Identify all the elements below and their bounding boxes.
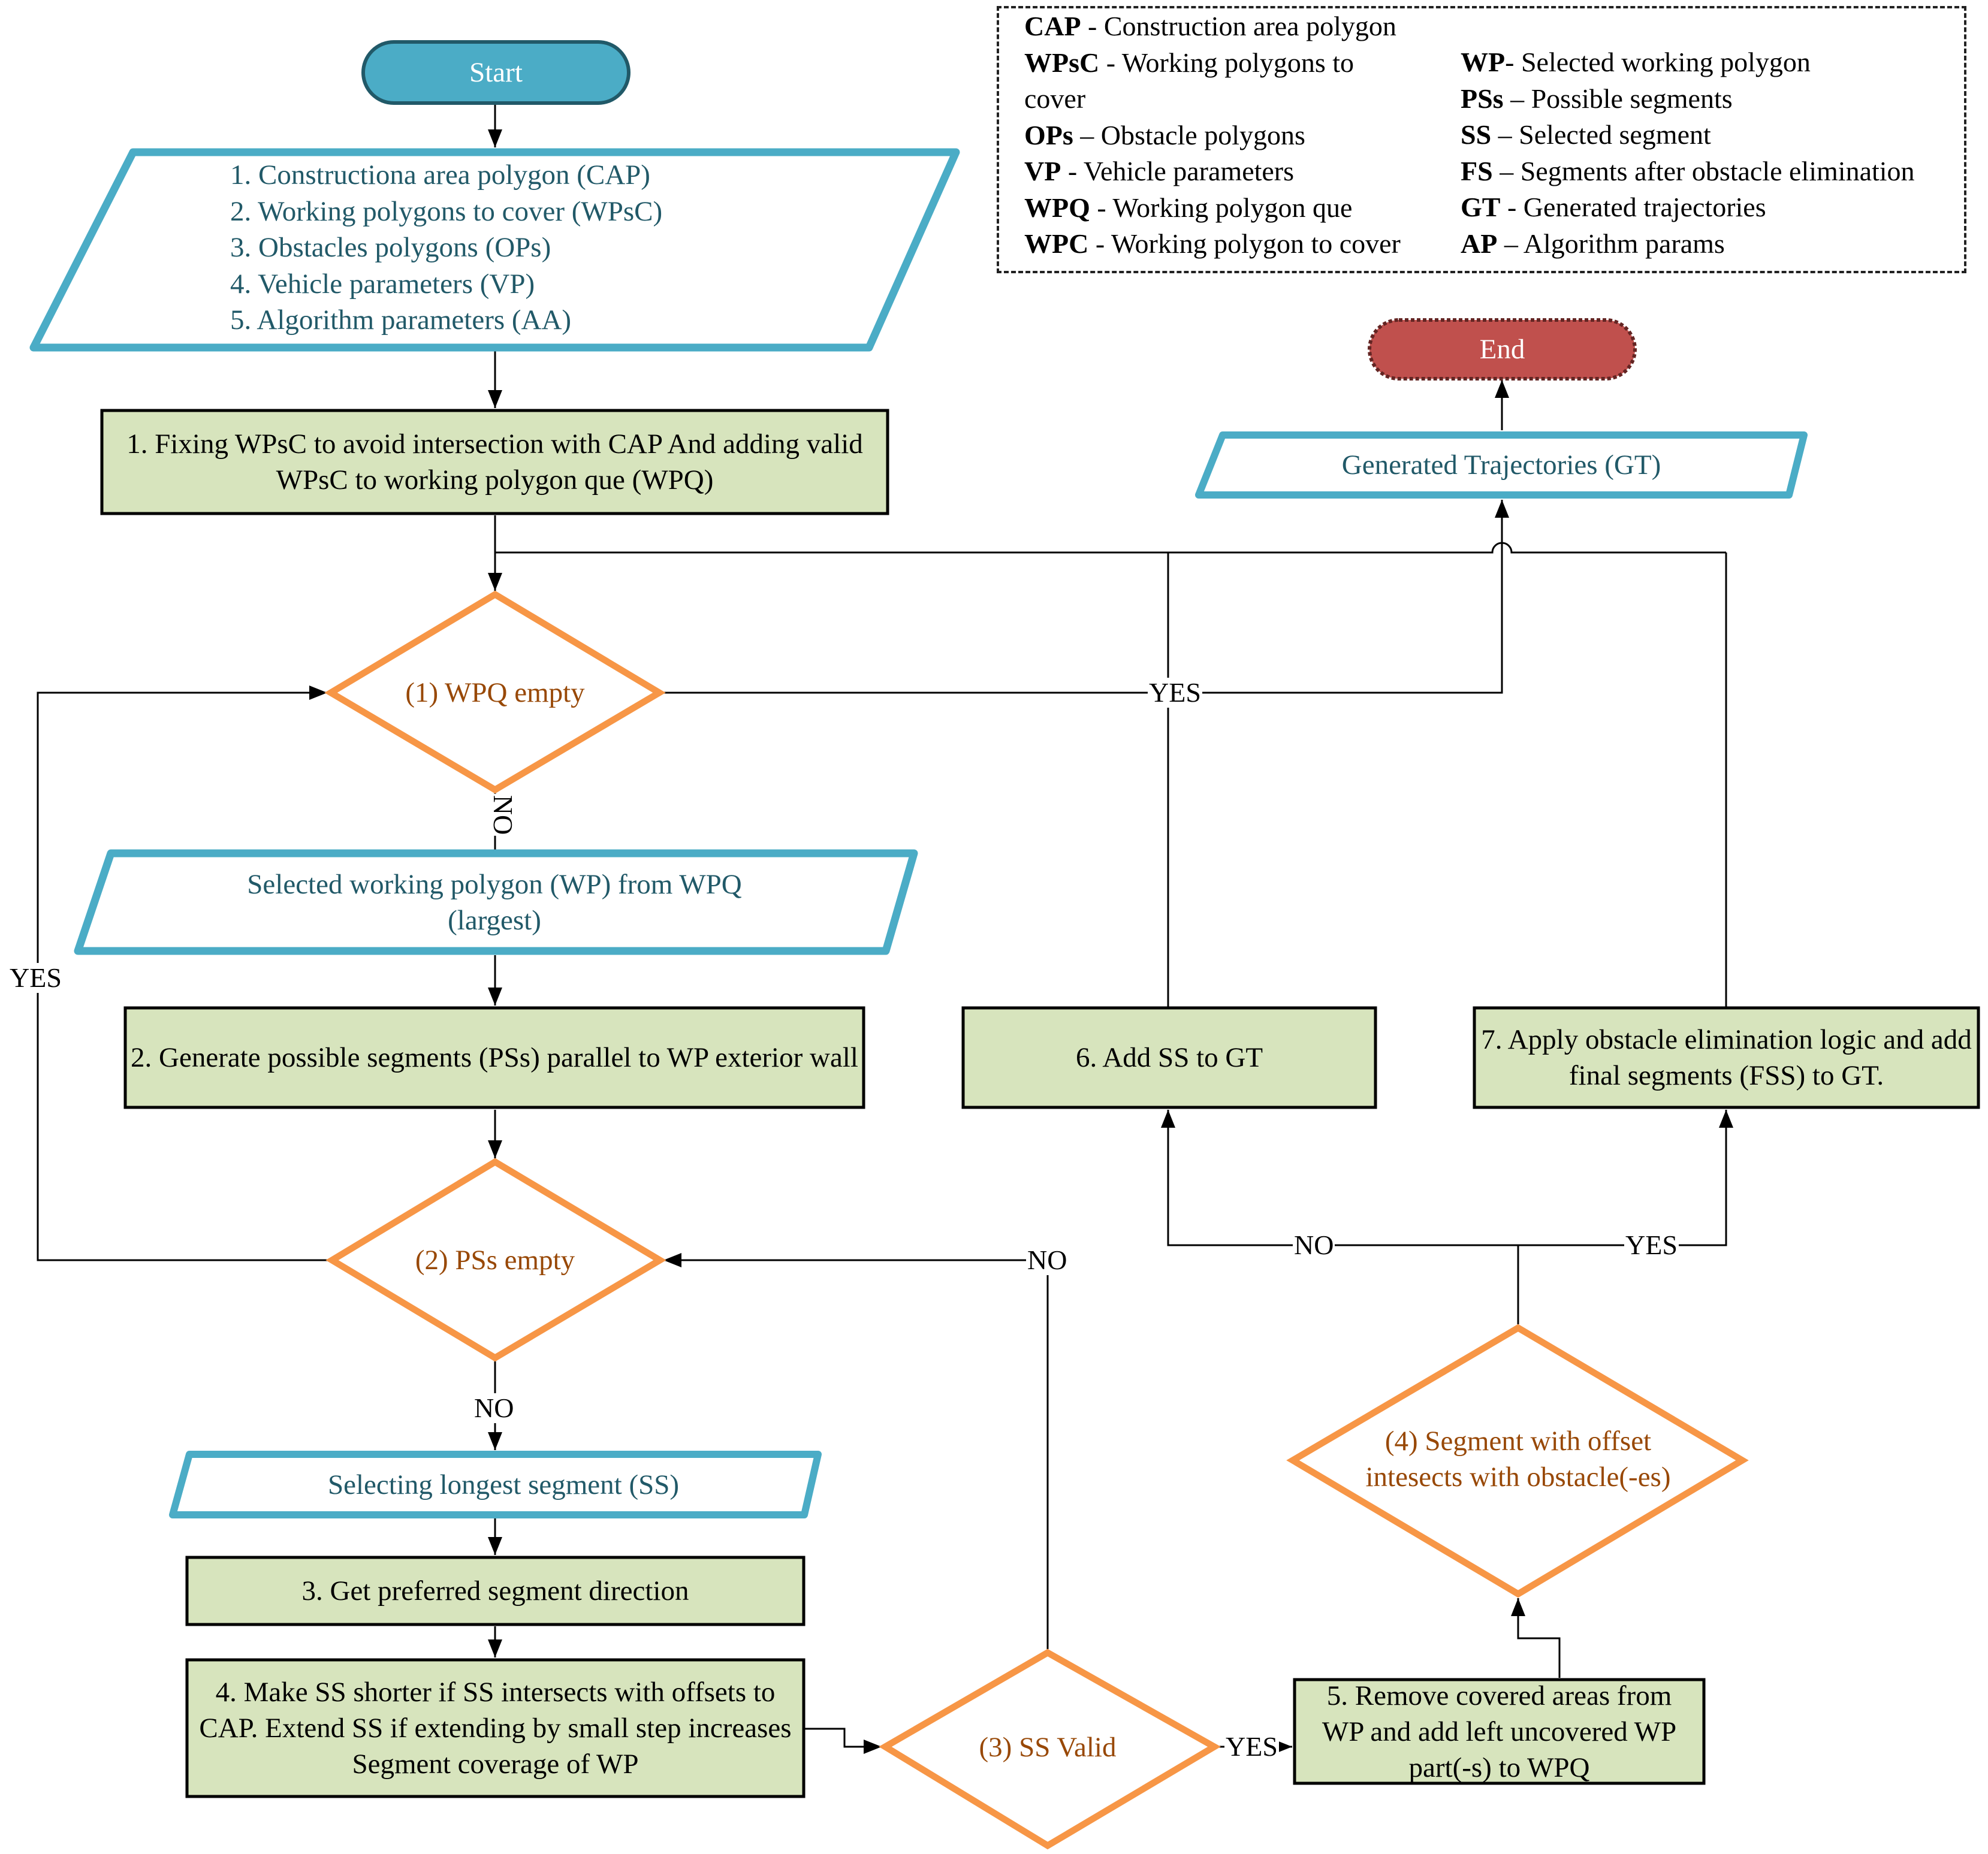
legend-item: WP- Selected working polygon <box>1461 47 1811 77</box>
legend-item: VP - Vehicle parameters <box>1024 156 1295 186</box>
edge-step4-d3 <box>805 1728 882 1754</box>
input-item: 2. Working polygons to cover (WPsC) <box>230 195 663 227</box>
step4-text: 4. Make SS shorter if SS intersects with… <box>199 1677 792 1780</box>
abbreviation-legend: CAP - Construction area polygon WPsC - W… <box>997 6 1966 273</box>
edge-label-d3-yes: YES <box>1224 1731 1279 1762</box>
edge-label-d1-yes: YES <box>1148 677 1202 708</box>
decision1-text: (1) WPQ empty <box>405 677 585 708</box>
edge-step5-d4 <box>1511 1598 1561 1678</box>
step1-text: 1. Fixing WPsC to avoid intersection wit… <box>126 428 863 496</box>
legend-item: PSs – Possible segments <box>1461 83 1733 114</box>
legend-item: CAP - Construction area polygon <box>1024 11 1396 41</box>
generated-trajectories-text: Generated Trajectories (GT) <box>1341 449 1661 481</box>
legend-item: WPC - Working polygon to cover <box>1024 228 1401 259</box>
start-label: Start <box>469 57 523 88</box>
step2-text: 2. Generate possible segments (PSs) para… <box>131 1042 858 1073</box>
edge-label-d2-yes: YES <box>8 962 63 993</box>
decision2-text: (2) PSs empty <box>415 1245 575 1276</box>
step7-text: 7. Apply obstacle elimination logic and … <box>1481 1024 1972 1091</box>
edge-label-d4-no: NO <box>1293 1230 1335 1260</box>
edge-d1-yes <box>662 500 1509 694</box>
end-label: End <box>1479 334 1525 365</box>
input-item: 5. Algorithm parameters (AA) <box>230 304 572 336</box>
inputs-list: 1. Constructiona area polygon (CAP) 2. W… <box>230 157 662 339</box>
legend-item: FS – Segments after obstacle elimination <box>1461 155 1915 186</box>
step5-text: 5. Remove covered areas from WP and add … <box>1322 1680 1677 1783</box>
select-ss-text: Selecting longest segment (SS) <box>327 1469 680 1500</box>
decision3-text: (3) SS Valid <box>979 1732 1117 1763</box>
legend-item: OPs – Obstacle polygons <box>1024 119 1305 150</box>
decision4-text: (4) Segment with offset intesects with o… <box>1365 1426 1671 1493</box>
edge-label-d4-yes: YES <box>1624 1230 1679 1260</box>
edge-bus-top <box>495 542 1726 554</box>
legend-left-column: CAP - Construction area polygon WPsC - W… <box>1024 8 1444 262</box>
edge-label-d2-no: NO <box>473 1393 515 1423</box>
step3-text: 3. Get preferred segment direction <box>301 1575 689 1607</box>
edge-d2-yes <box>37 686 330 1261</box>
legend-item: WPsC - Working polygons to cover <box>1024 47 1355 114</box>
edge-d4-no <box>1161 1110 1518 1246</box>
step6-text: 6. Add SS to GT <box>1075 1042 1263 1073</box>
edge-label-d1-no: NO <box>488 793 519 837</box>
input-item: 1. Constructiona area polygon (CAP) <box>230 159 650 191</box>
edge-d4-yes <box>1518 1110 1733 1246</box>
select-wp-text: Selected working polygon (WP) from WPQ (… <box>247 868 742 936</box>
legend-item: WPQ - Working polygon que <box>1024 192 1353 223</box>
edge-label-d3-no: NO <box>1026 1245 1069 1275</box>
input-item: 4. Vehicle parameters (VP) <box>230 268 535 300</box>
legend-item: GT - Generated trajectories <box>1461 192 1766 222</box>
legend-item: AP – Algorithm params <box>1461 228 1725 259</box>
legend-right-column: WP- Selected working polygon PSs – Possi… <box>1461 44 1964 262</box>
input-item: 3. Obstacles polygons (OPs) <box>230 232 551 263</box>
legend-item: SS – Selected segment <box>1461 119 1711 150</box>
